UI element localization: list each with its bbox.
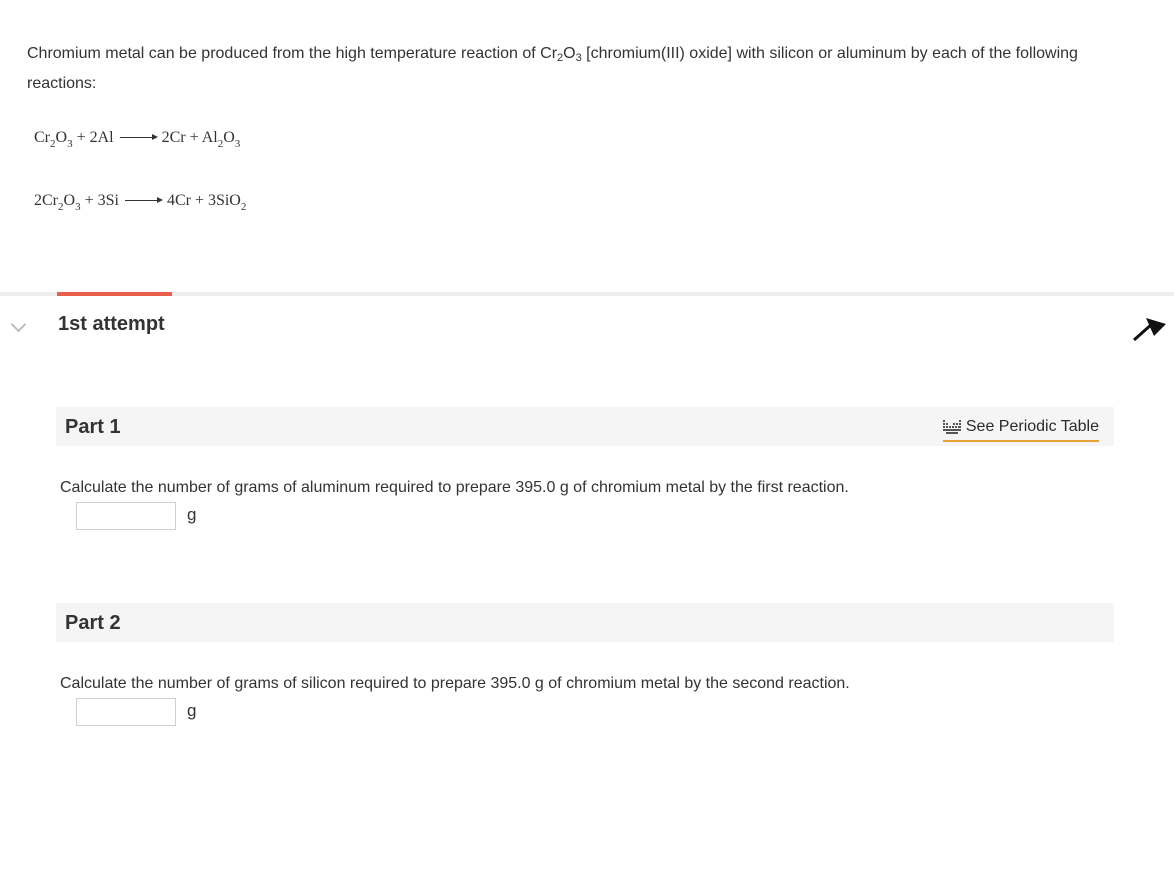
equation-2-reactants: 2Cr2O3 + 3Si	[34, 192, 119, 213]
reaction-equation-1: Cr2O3 + 2Al 2Cr + Al2O3	[34, 129, 241, 150]
part-1-unit: g	[187, 505, 197, 524]
formula-subscript: 3	[234, 138, 241, 150]
part-1-title: Part 1	[65, 416, 121, 438]
formula-text: O	[55, 129, 68, 146]
reaction-arrow-icon	[119, 133, 158, 143]
formula-subscript: 2	[240, 201, 247, 213]
attempt-label: 1st attempt	[58, 313, 165, 335]
part-1-header: Part 1 See Periodic Table	[56, 407, 1114, 446]
intro-text-before: Chromium metal can be produced from the …	[27, 45, 558, 62]
part-1-question: Calculate the number of grams of aluminu…	[60, 479, 849, 496]
formula-text: + 3Si	[80, 192, 119, 209]
attempt-tab-indicator	[57, 292, 172, 296]
formula-text: 2Cr + Al	[161, 129, 218, 146]
periodic-table-icon	[942, 420, 961, 434]
formula-text: 4Cr + 3SiO	[166, 192, 241, 209]
chevron-down-icon[interactable]	[10, 316, 27, 333]
part-2-answer-input[interactable]	[76, 698, 176, 726]
formula-text: Cr	[34, 129, 50, 146]
part-2-title: Part 2	[65, 612, 121, 634]
formula-text: + 2Al	[72, 129, 114, 146]
attempt-divider	[0, 292, 1174, 296]
periodic-table-link[interactable]: See Periodic Table	[942, 414, 1099, 442]
formula-text: O	[63, 192, 76, 209]
formula-text: 2Cr	[34, 192, 58, 209]
part-2-header: Part 2	[56, 603, 1114, 642]
mouse-pointer-icon	[1133, 318, 1166, 342]
part-1-answer-input[interactable]	[76, 502, 176, 530]
problem-intro: Chromium metal can be produced from the …	[27, 39, 1107, 99]
equation-1-products: 2Cr + Al2O3	[161, 129, 241, 150]
part-2-question: Calculate the number of grams of silicon…	[60, 675, 850, 692]
equation-2-products: 4Cr + 3SiO2	[166, 192, 246, 213]
intro-text-mid: O	[563, 45, 576, 62]
equation-1-reactants: Cr2O3 + 2Al	[34, 129, 114, 150]
part-2-unit: g	[187, 701, 197, 720]
formula-text: O	[223, 129, 235, 146]
reaction-equation-2: 2Cr2O3 + 3Si 4Cr + 3SiO2	[34, 192, 246, 213]
reaction-arrow-icon	[124, 196, 163, 206]
periodic-table-label: See Periodic Table	[965, 418, 1099, 435]
